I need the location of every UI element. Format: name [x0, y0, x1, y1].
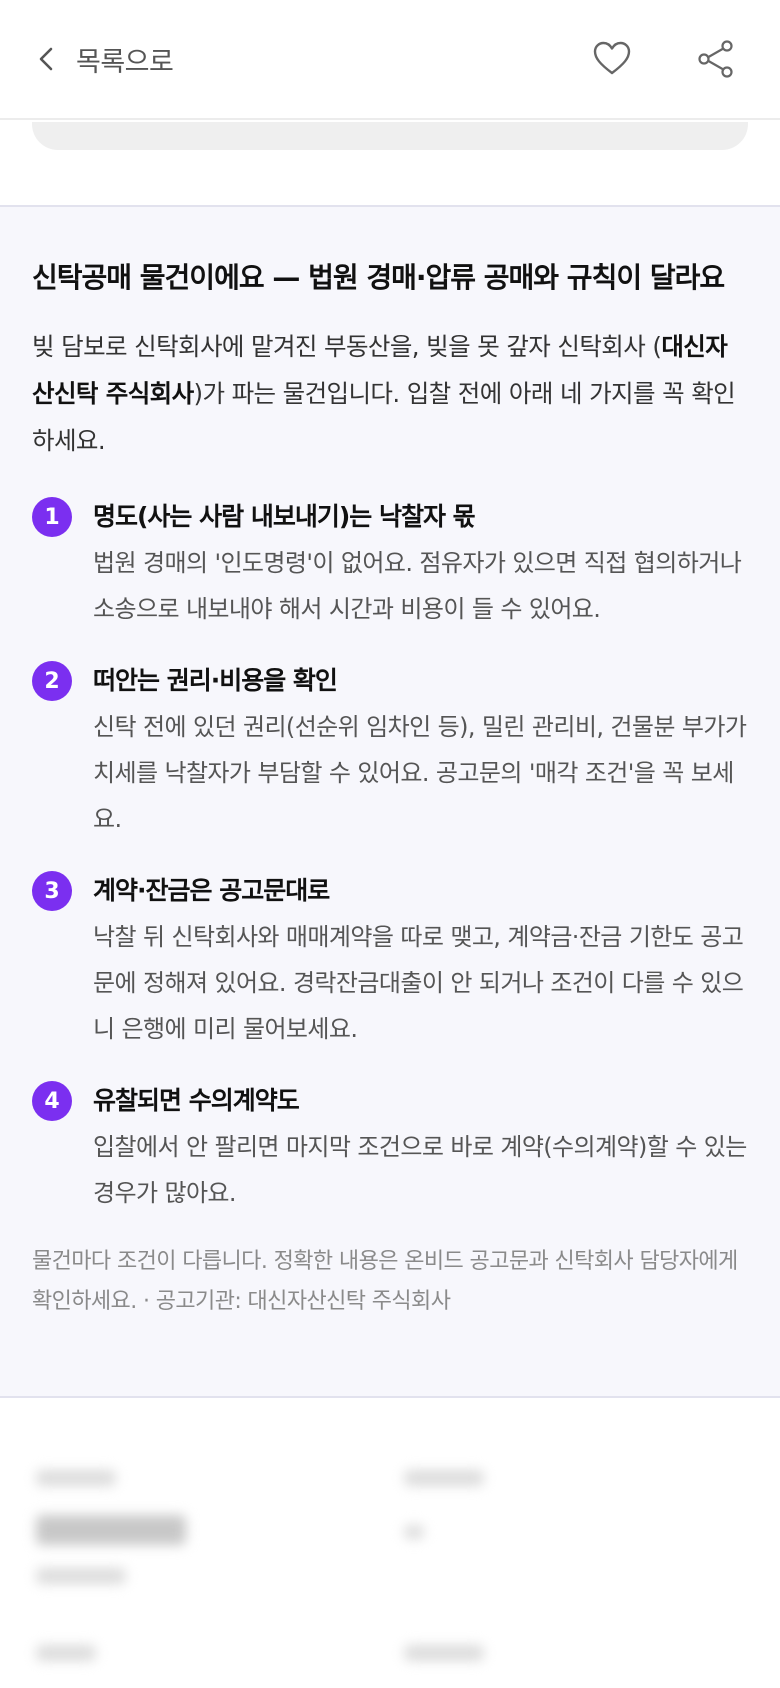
item-description: 낙찰 뒤 신탁회사와 매매계약을 따로 맺고, 계약금·잔금 기한도 공고문에 … [93, 923, 744, 1043]
back-to-list-button[interactable]: 목록으로 [32, 40, 174, 79]
notice-intro: 빚 담보로 신탁회사에 맡겨진 부동산을, 빚을 못 갚자 신탁회사 (대신자산… [32, 323, 748, 464]
blurred-placeholder [36, 1515, 186, 1545]
favorite-button[interactable] [590, 37, 634, 81]
checklist: 1 명도(사는 사람 내보내기)는 낙찰자 몫 법원 경매의 '인도명령'이 없… [32, 494, 748, 1216]
item-number-badge: 1 [32, 497, 72, 537]
notice-footnote: 물건마다 조건이 다릅니다. 정확한 내용은 온비드 공고문과 신탁회사 담당자… [32, 1249, 738, 1314]
item-body: 계약·잔금은 공고문대로 낙찰 뒤 신탁회사와 매매계약을 따로 맺고, 계약금… [93, 868, 748, 1052]
item-number-badge: 4 [32, 1081, 72, 1121]
chevron-left-icon [39, 47, 53, 71]
item-body: 유찰되면 수의계약도 입찰에서 안 팔리면 마지막 조건으로 바로 계약(수의계… [93, 1078, 748, 1216]
item-description: 신탁 전에 있던 권리(선순위 임차인 등), 밀린 관리비, 건물분 부가가치… [93, 713, 747, 833]
blurred-placeholder [404, 1645, 484, 1661]
blurred-placeholder [404, 1470, 484, 1486]
notice-title: 신탁공매 물건이에요 — 법원 경매·압류 공매와 규칙이 달라요 [32, 261, 725, 294]
checklist-item: 2 떠안는 권리·비용을 확인 신탁 전에 있던 권리(선순위 임차인 등), … [32, 658, 748, 842]
checklist-item: 3 계약·잔금은 공고문대로 낙찰 뒤 신탁회사와 매매계약을 따로 맺고, 계… [32, 868, 748, 1052]
item-body: 떠안는 권리·비용을 확인 신탁 전에 있던 권리(선순위 임차인 등), 밀린… [93, 658, 748, 842]
blurred-placeholder [36, 1645, 96, 1661]
checklist-item: 1 명도(사는 사람 내보내기)는 낙찰자 몫 법원 경매의 '인도명령'이 없… [32, 494, 748, 632]
item-description: 법원 경매의 '인도명령'이 없어요. 점유자가 있으면 직접 협의하거나 소송… [93, 549, 742, 623]
item-title: 계약·잔금은 공고문대로 [93, 876, 330, 905]
blurred-placeholder [36, 1470, 116, 1486]
item-body: 명도(사는 사람 내보내기)는 낙찰자 몫 법원 경매의 '인도명령'이 없어요… [93, 494, 748, 632]
blurred-placeholder [36, 1568, 126, 1584]
header-actions [590, 37, 748, 81]
blurred-placeholder [404, 1525, 424, 1539]
item-title: 유찰되면 수의계약도 [93, 1086, 300, 1115]
item-title: 떠안는 권리·비용을 확인 [93, 666, 338, 695]
blurred-info-section [0, 1400, 780, 1688]
share-button[interactable] [694, 37, 738, 81]
checklist-item: 4 유찰되면 수의계약도 입찰에서 안 팔리면 마지막 조건으로 바로 계약(수… [32, 1078, 748, 1216]
back-label: 목록으로 [76, 46, 174, 78]
intro-text-before: 빚 담보로 신탁회사에 맡겨진 부동산을, 빚을 못 갚자 신탁회사 ( [32, 332, 662, 361]
item-description: 입찰에서 안 팔리면 마지막 조건으로 바로 계약(수의계약)할 수 있는 경우… [93, 1133, 747, 1207]
item-number-badge: 2 [32, 661, 72, 701]
trust-auction-notice: 신탁공매 물건이에요 — 법원 경매·압류 공매와 규칙이 달라요 빚 담보로 … [0, 205, 780, 1398]
top-bar: 목록으로 [0, 0, 780, 120]
image-card-bottom [32, 122, 748, 150]
item-number-badge: 3 [32, 871, 72, 911]
item-title: 명도(사는 사람 내보내기)는 낙찰자 몫 [93, 502, 476, 531]
heart-icon [593, 41, 631, 75]
share-icon [698, 40, 733, 78]
